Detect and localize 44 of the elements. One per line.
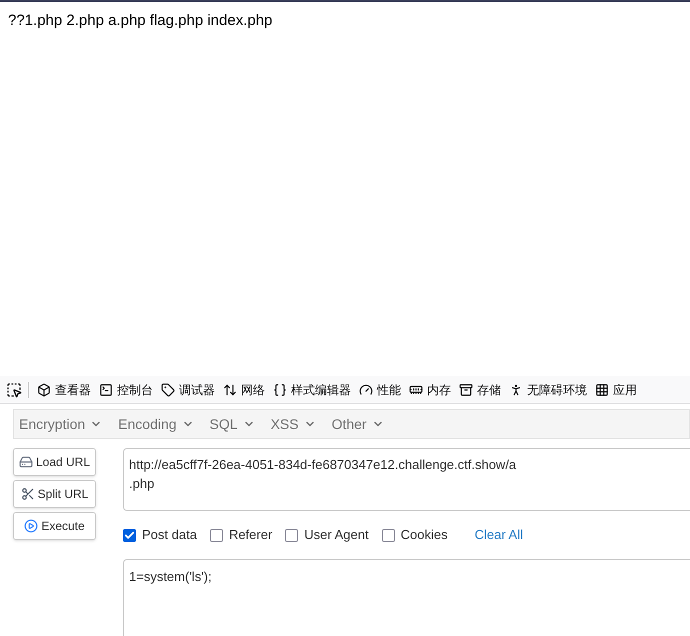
devtools-tab[interactable]: 存储 bbox=[477, 380, 501, 398]
checkbox[interactable] bbox=[382, 528, 395, 542]
devtools-tab[interactable]: 调试器 bbox=[179, 380, 215, 398]
play-icon bbox=[24, 519, 38, 533]
post-data-field[interactable]: 1=system('ls'); bbox=[123, 559, 690, 636]
menu-dropdown[interactable]: SQL bbox=[210, 414, 255, 434]
menu-dropdown[interactable]: Encoding bbox=[118, 414, 194, 434]
hackbar-button[interactable]: Load URL bbox=[13, 448, 96, 476]
checkbox[interactable] bbox=[285, 528, 298, 542]
tag-icon bbox=[161, 382, 175, 396]
checkbox[interactable] bbox=[210, 528, 223, 542]
checkbox-label: Post data bbox=[142, 526, 197, 544]
checkbox[interactable] bbox=[123, 528, 136, 542]
url-field[interactable]: http://ea5cff7f-26ea-4051-834d-fe6870347e12.challenge.ctf.show/a .php bbox=[123, 448, 690, 511]
clear-all-link[interactable]: Clear All bbox=[474, 525, 524, 545]
braces-icon bbox=[273, 382, 287, 396]
person-icon bbox=[509, 382, 523, 396]
check-icon bbox=[124, 530, 135, 540]
scissors-icon bbox=[20, 487, 35, 501]
menu-dropdown[interactable]: Encryption bbox=[19, 414, 102, 434]
page-text: ??1.php 2.php a.php flag.php index.php bbox=[8, 11, 272, 31]
devtools-tab[interactable]: 无障碍环境 bbox=[527, 380, 587, 398]
picker-icon[interactable] bbox=[6, 382, 22, 398]
hackbar-button[interactable]: Execute bbox=[13, 512, 96, 540]
devtools-tab[interactable]: 内存 bbox=[427, 380, 451, 398]
arrows-icon bbox=[223, 382, 237, 396]
devtools-tab[interactable]: 控制台 bbox=[117, 380, 153, 398]
storage-icon bbox=[459, 382, 473, 396]
devtools-tab[interactable]: 样式编辑器 bbox=[291, 380, 351, 398]
drive-icon bbox=[18, 455, 33, 469]
grid-icon bbox=[595, 382, 609, 396]
hackbar-button[interactable]: Split URL bbox=[13, 480, 96, 508]
devtools-tab[interactable]: 网络 bbox=[241, 380, 265, 398]
checkbox-label: Referer bbox=[228, 526, 272, 544]
devtools-tab[interactable]: 性能 bbox=[377, 380, 401, 398]
checkbox-label: Cookies bbox=[400, 526, 448, 544]
devtools-tab[interactable]: 应用 bbox=[613, 380, 637, 398]
checkbox-label: User Agent bbox=[304, 526, 369, 544]
box-icon bbox=[37, 382, 51, 396]
devtools-tab[interactable]: 查看器 bbox=[55, 380, 91, 398]
menu-dropdown[interactable]: Other bbox=[332, 414, 384, 434]
menu-dropdown[interactable]: XSS bbox=[270, 414, 316, 434]
gauge-icon bbox=[359, 382, 373, 396]
terminal-icon bbox=[99, 382, 113, 396]
